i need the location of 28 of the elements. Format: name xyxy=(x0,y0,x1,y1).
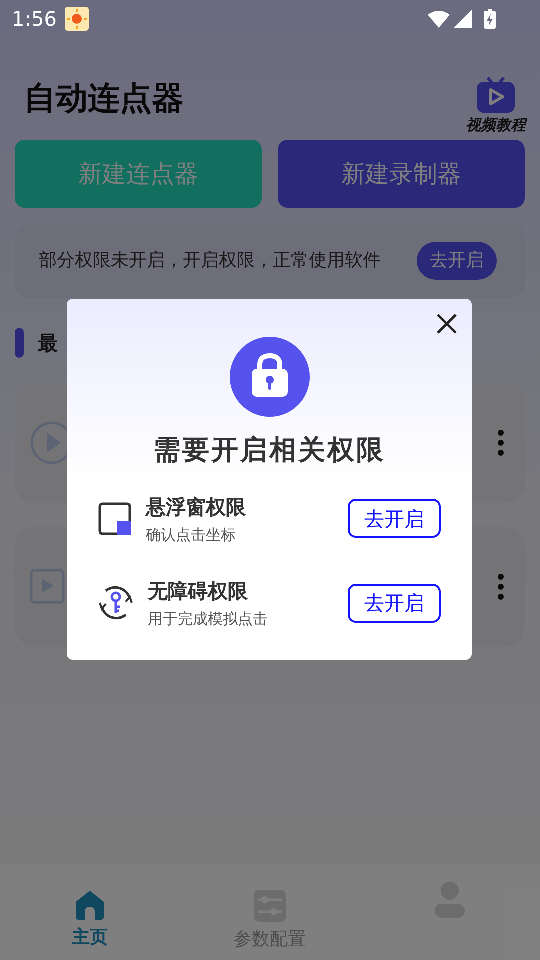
more-icon[interactable] xyxy=(497,574,505,600)
enable-button[interactable]: 去开启 xyxy=(348,499,441,538)
home-icon xyxy=(75,890,105,920)
wifi-icon xyxy=(428,10,450,28)
floating-window-icon xyxy=(98,502,132,536)
permission-title: 无障碍权限 xyxy=(148,578,249,605)
enable-button[interactable]: 去开启 xyxy=(417,242,497,280)
more-icon[interactable] xyxy=(497,430,505,456)
lock-icon xyxy=(230,337,310,417)
permission-title: 悬浮窗权限 xyxy=(146,494,247,520)
section-marker xyxy=(15,328,24,358)
key-refresh-icon xyxy=(98,585,134,622)
video-tutorial-link[interactable]: 视频教程 xyxy=(466,76,526,136)
battery-icon xyxy=(484,9,496,29)
sun-icon xyxy=(64,7,89,31)
permission-description: 确认点击坐标 xyxy=(146,524,237,546)
dialog-title: 需要开启相关权限 xyxy=(154,434,386,468)
clock-time: 1:56 xyxy=(12,6,57,33)
tv-play-icon xyxy=(476,76,516,114)
banner-text: 部分权限未开启，开启权限，正常使用软件 xyxy=(39,249,381,273)
nav-tab[interactable]: 主页 xyxy=(0,864,180,960)
enable-button[interactable]: 去开启 xyxy=(348,584,441,623)
signal-icon xyxy=(454,10,472,28)
new-button[interactable]: 新建录制器 xyxy=(278,140,525,208)
app-title: 自动连点器 xyxy=(24,78,184,119)
section-title: 最 xyxy=(38,330,58,357)
close-icon[interactable] xyxy=(436,313,458,335)
permission-description: 用于完成模拟点击 xyxy=(148,609,269,630)
